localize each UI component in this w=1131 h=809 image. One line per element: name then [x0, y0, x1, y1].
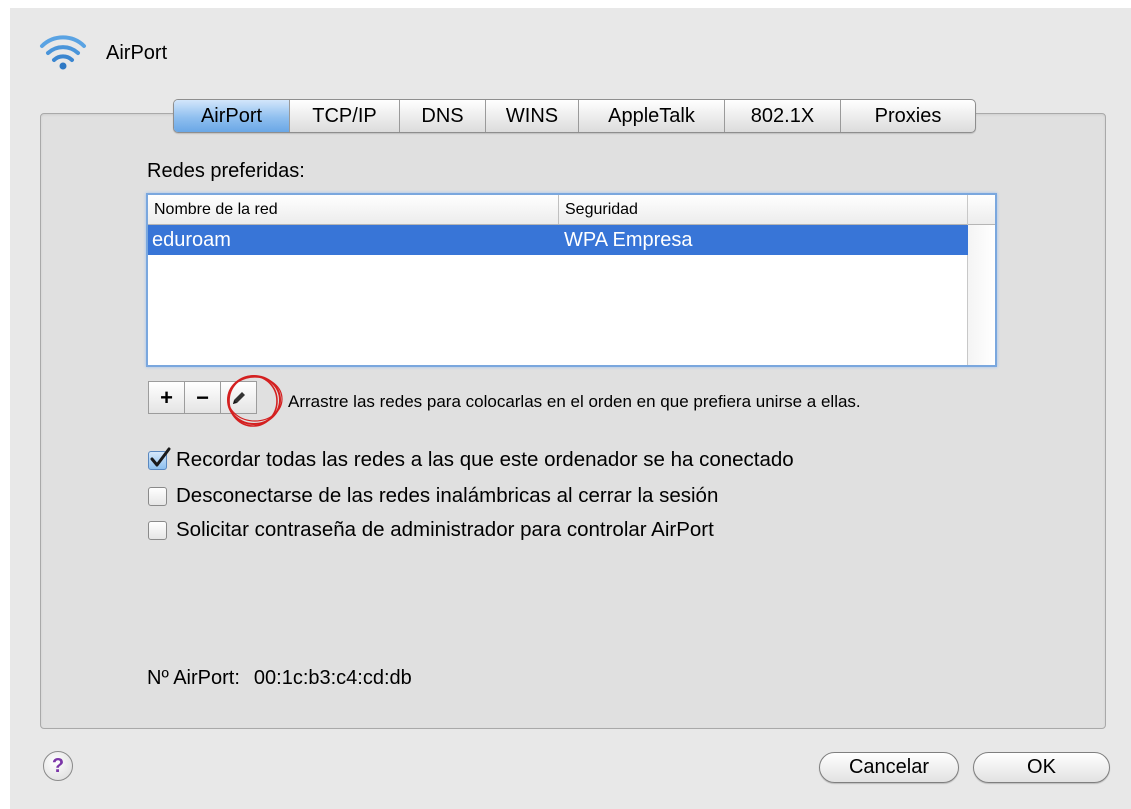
- tab-dns[interactable]: DNS: [399, 100, 485, 132]
- tab-8021x[interactable]: 802.1X: [724, 100, 840, 132]
- tab-airport[interactable]: AirPort: [174, 100, 289, 132]
- drag-hint-text: Arrastre las redes para colocarlas en el…: [288, 392, 861, 411]
- highlight-circle-annotation: [227, 375, 283, 427]
- vertical-scrollbar[interactable]: [967, 195, 995, 365]
- remember-networks-checkbox[interactable]: Recordar todas las redes a las que este …: [148, 447, 794, 472]
- ok-button[interactable]: OK: [973, 752, 1110, 783]
- scrollbar-corner: [968, 195, 995, 225]
- remove-network-button[interactable]: −: [184, 381, 221, 414]
- airport-id: Nº AirPort: 00:1c:b3:c4:cd:db: [147, 667, 412, 690]
- security-cell: WPA Empresa: [564, 229, 693, 251]
- checkmark-icon: [150, 447, 171, 466]
- tab-appletalk[interactable]: AppleTalk: [578, 100, 724, 132]
- require-admin-password-checkbox[interactable]: Solicitar contraseña de administrador pa…: [148, 518, 714, 542]
- tab-bar: AirPort TCP/IP DNS WINS AppleTalk 802.1X…: [173, 99, 976, 133]
- tab-wins[interactable]: WINS: [485, 100, 578, 132]
- tab-proxies[interactable]: Proxies: [840, 100, 975, 132]
- table-header: Nombre de la red Seguridad: [148, 195, 968, 225]
- preferred-networks-label: Redes preferidas:: [147, 160, 305, 182]
- airport-id-value: 00:1c:b3:c4:cd:db: [253, 667, 412, 689]
- checkbox-box[interactable]: [148, 520, 167, 540]
- window-title: AirPort: [106, 42, 168, 64]
- add-network-button[interactable]: +: [148, 381, 185, 414]
- cancel-button[interactable]: Cancelar: [819, 752, 959, 783]
- column-header-security[interactable]: Seguridad: [559, 195, 968, 224]
- checkbox-box[interactable]: [148, 486, 167, 506]
- network-name-cell: eduroam: [152, 229, 231, 251]
- help-button[interactable]: ?: [43, 751, 73, 781]
- checkbox-label: Recordar todas las redes a las que este …: [176, 448, 794, 471]
- disconnect-on-logout-checkbox[interactable]: Desconectarse de las redes inalámbricas …: [148, 484, 718, 508]
- preferred-networks-table[interactable]: Nombre de la red Seguridad eduroam WPA E…: [146, 193, 997, 367]
- wifi-icon: [40, 35, 86, 70]
- tab-tcpip[interactable]: TCP/IP: [289, 100, 399, 132]
- table-row[interactable]: eduroam WPA Empresa: [148, 225, 968, 255]
- checkbox-label: Solicitar contraseña de administrador pa…: [176, 518, 714, 541]
- airport-id-label: Nº AirPort:: [147, 667, 240, 689]
- checkbox-box[interactable]: [148, 447, 171, 470]
- checkbox-label: Desconectarse de las redes inalámbricas …: [176, 484, 719, 507]
- column-header-network-name[interactable]: Nombre de la red: [148, 195, 559, 224]
